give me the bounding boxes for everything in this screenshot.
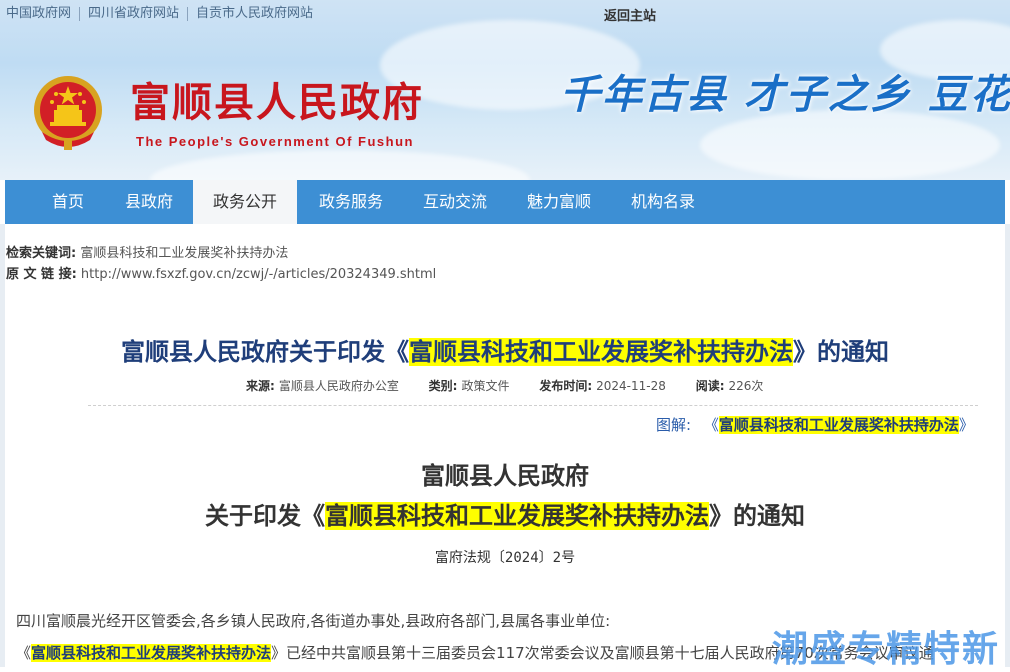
back-home-link[interactable]: 返回主站 [604,5,656,24]
slogan: 千年古县 才子之乡 豆花 [560,71,1010,118]
infographic-title[interactable]: 富顺县科技和工业发展奖补扶持办法 [718,416,959,434]
national-emblem-icon [34,76,102,150]
infographic-bracket-open: 《 [703,416,719,434]
watermark-text: 潮盛专精特新 [772,629,1001,670]
date-value: 2024-11-28 [596,379,666,393]
category-label: 类别: [428,379,458,393]
site-title: 富顺县人民政府 [130,79,424,126]
article-title-pre: 富顺县人民政府关于印发《 [121,338,409,366]
meta-divider [88,405,978,406]
doc-title-pre: 关于印发《 [205,502,325,530]
doc-title-highlight: 富顺县科技和工业发展奖补扶持办法 [325,502,709,530]
original-link[interactable]: http://www.fsxzf.gov.cn/zcwj/-/articles/… [81,267,436,282]
doc-title-heading: 关于印发《富顺县科技和工业发展奖补扶持办法》的通知 [0,496,1010,531]
side-band-right [1005,224,1010,667]
header-banner: 中国政府网 四川省政府网站 自贡市人民政府网站 返回主站 富顺县人民政府 The… [0,0,1010,180]
nav-charm-fushun[interactable]: 魅力富顺 [509,180,609,224]
views-value: 226次 [728,379,764,393]
keyword-value: 富顺县科技和工业发展奖补扶持办法 [80,246,289,261]
link-label: 原 文 链 接: [6,267,77,282]
top-link-zigong[interactable]: 自贡市人民政府网站 [188,7,321,21]
source-label: 来源: [246,379,275,393]
nav-county-gov[interactable]: 县政府 [109,180,189,224]
doc-recipients: 四川富顺晨光经开区管委会,各乡镇人民政府,各街道办事处,县政府各部门,县属各事业… [16,612,611,630]
nav-org-directory[interactable]: 机构名录 [613,180,713,224]
infographic-link[interactable]: 图解: 《富顺县科技和工业发展奖补扶持办法》 [656,414,974,435]
para-highlight: 富顺县科技和工业发展奖补扶持办法 [31,644,272,662]
nav-gov-affairs-open[interactable]: 政务公开 [193,180,297,224]
top-link-gov-cn[interactable]: 中国政府网 [6,7,81,21]
keyword-label: 检索关键词: [6,246,77,261]
doc-issuer-heading: 富顺县人民政府 [421,462,589,490]
article-title-post: 》的通知 [793,338,889,366]
para-bracket-open: 《 [16,644,32,662]
site-subtitle: The People's Government Of Fushun [136,134,414,149]
category-value: 政策文件 [461,379,510,393]
top-links: 中国政府网 四川省政府网站 自贡市人民政府网站 [6,7,321,21]
doc-number: 富府法规〔2024〕2号 [434,550,576,566]
article-title: 富顺县人民政府关于印发《富顺县科技和工业发展奖补扶持办法》的通知 [0,332,1010,367]
search-keyword-line: 检索关键词: 富顺县科技和工业发展奖补扶持办法 [6,242,288,261]
side-band-left [0,224,5,667]
top-bar: 中国政府网 四川省政府网站 自贡市人民政府网站 返回主站 [0,0,1010,30]
main-nav: 首页 县政府 政务公开 政务服务 互动交流 魅力富顺 机构名录 [5,180,1005,224]
nav-interaction[interactable]: 互动交流 [405,180,505,224]
article-title-highlight: 富顺县科技和工业发展奖补扶持办法 [409,338,793,366]
infographic-label: 图解: [656,416,692,434]
nav-gov-services[interactable]: 政务服务 [301,180,401,224]
date-label: 发布时间: [539,379,593,393]
article-meta: 来源: 富顺县人民政府办公室 类别: 政策文件 发布时间: 2024-11-28 阅读… [246,377,763,394]
nav-home[interactable]: 首页 [31,180,105,224]
top-link-sichuan[interactable]: 四川省政府网站 [80,7,189,21]
infographic-bracket-close: 》 [958,416,974,434]
views-label: 阅读: [695,379,725,393]
original-link-line: 原 文 链 接: http://www.fsxzf.gov.cn/zcwj/-/… [6,263,436,282]
source-value: 富顺县人民政府办公室 [278,379,399,393]
doc-title-post: 》的通知 [709,502,805,530]
